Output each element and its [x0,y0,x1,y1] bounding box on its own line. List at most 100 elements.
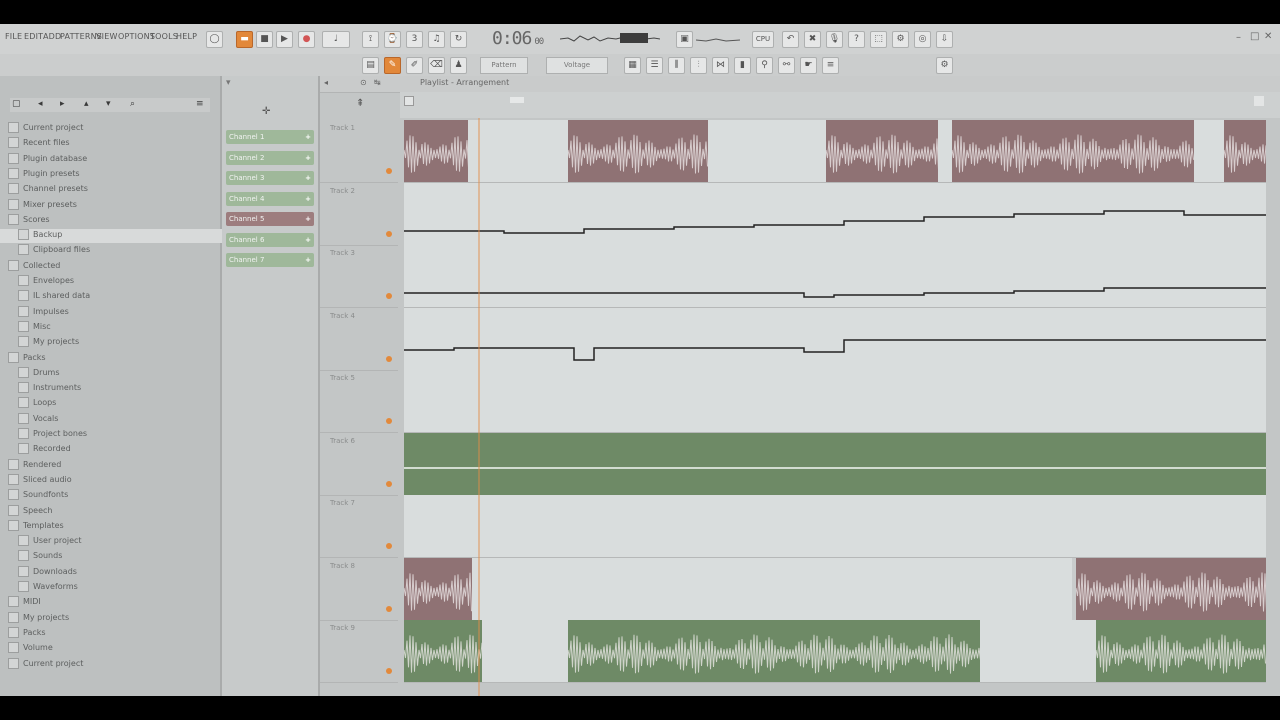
browser-item[interactable]: My projects [0,611,218,626]
mixer-icon[interactable]: ⚙ [892,31,909,48]
browser-item[interactable]: Rendered [0,458,218,473]
browser-item[interactable]: Backup [0,229,228,244]
channel-button[interactable]: Channel 1 + [226,130,314,144]
song-mode-icon[interactable]: ◯ [206,31,223,48]
playlist-track[interactable] [404,182,1266,246]
browser-item[interactable]: Plugin presets [0,167,218,182]
mixer-view-icon[interactable]: ⫶ [690,57,707,74]
wait-icon[interactable]: ⌚ [384,31,401,48]
channel-add-icon[interactable]: + [305,192,311,206]
browser-item[interactable]: Recorded [0,443,228,457]
mute-tool-icon[interactable]: ♟ [450,57,467,74]
channel-add-icon[interactable]: + [305,151,311,165]
playhead[interactable] [478,118,480,696]
loop-marker[interactable] [510,97,524,103]
playlist-clip[interactable] [1076,557,1266,620]
playlist-clip[interactable] [482,620,568,682]
menu-help[interactable]: HELP [176,32,197,41]
playlist-clip[interactable] [1096,620,1266,682]
browser-item[interactable]: Channel presets [0,183,218,197]
menu-view[interactable]: VIEW [96,32,118,41]
browser-up-icon[interactable]: ▴ [84,99,89,109]
playlist-clip[interactable] [404,182,1266,245]
blend-notes-icon[interactable]: ♫ [428,31,445,48]
channel-add-icon[interactable]: + [305,130,311,144]
playlist-clip[interactable] [404,495,1266,557]
record-icon[interactable]: ● [298,31,315,48]
playlist-track[interactable] [404,307,1266,371]
options-icon[interactable]: ⚙ [936,57,953,74]
undo-icon[interactable]: ↶ [782,31,799,48]
browser-item[interactable]: Envelopes [0,275,228,289]
playlist-clip[interactable] [568,120,708,182]
playlist-snap-icon[interactable]: ⊙ [360,78,367,87]
track-header[interactable]: Track 4 [320,308,398,371]
automation-curve[interactable] [404,308,1266,370]
close-icon[interactable]: ✕ [1264,31,1272,42]
menu-tools[interactable]: TOOLS [150,32,178,41]
browser-view-icon[interactable]: ▢ [12,99,21,109]
browser-item[interactable]: Project bones [0,428,228,442]
browser-item[interactable]: Current project [0,122,218,136]
loop-record-icon[interactable]: ↻ [450,31,467,48]
draw-tool-icon[interactable]: ✎ [384,57,401,74]
automation-curve[interactable] [404,183,1266,245]
browser-item[interactable]: Misc [0,320,228,335]
browser-item[interactable]: User project [0,535,228,549]
playlist-icon[interactable]: ☰ [646,57,663,74]
playlist-track[interactable] [404,495,1266,558]
channel-add-icon[interactable]: + [305,171,311,185]
file-icon[interactable]: ▮ [734,57,751,74]
browser-item[interactable]: Vocals [0,412,228,427]
playlist-clip[interactable] [404,307,1266,370]
track-header[interactable]: Track 7 [320,495,398,558]
playlist-clip[interactable] [468,120,568,182]
channel-add-icon[interactable]: + [305,253,311,267]
browser-item[interactable]: Clipboard files [0,244,228,258]
browser-item[interactable]: Sliced audio [0,473,218,488]
browser-item[interactable]: Packs [0,351,218,366]
touch-icon[interactable]: ☛ [800,57,817,74]
channel-button[interactable]: Channel 3 + [226,171,314,185]
browser-item[interactable]: Downloads [0,565,228,580]
menu-add[interactable]: ADD [43,32,61,41]
browser-item[interactable]: MIDI [0,596,218,610]
browser-forward-icon[interactable]: ▸ [60,99,65,109]
tempo-icon[interactable]: ♩ [322,31,350,48]
playlist-clip[interactable] [472,557,1072,620]
browser-item[interactable]: Soundfonts [0,489,218,503]
playlist-track[interactable] [404,557,1266,621]
browser-item[interactable]: Loops [0,397,228,411]
plug-icon[interactable]: ⚲ [756,57,773,74]
playlist-clip[interactable] [826,120,938,182]
playlist-clip[interactable] [952,120,1194,182]
channel-button[interactable]: Channel 2 + [226,150,314,165]
add-channel-icon[interactable]: ✛ [262,106,270,117]
ruler-end-icon[interactable] [1254,96,1264,106]
browser-item[interactable]: Waveforms [0,581,228,595]
browser-menu-icon[interactable]: ≡ [196,99,204,109]
notes-icon[interactable]: ≡ [822,57,839,74]
track-header[interactable]: Track 6 [320,433,398,496]
playlist-clip[interactable] [404,620,482,682]
link-icon[interactable]: ⚯ [778,57,795,74]
browser-item[interactable]: My projects [0,336,228,350]
help-icon[interactable]: ? [848,31,865,48]
browser-down-icon[interactable]: ▾ [106,99,111,109]
plugin-icon[interactable]: ✖ [804,31,821,48]
playlist-clip[interactable] [404,432,1266,495]
channel-button[interactable]: Channel 6 + [226,232,314,247]
channel-button[interactable]: Channel 4 + [226,191,314,206]
playlist-clip[interactable] [404,245,1266,307]
timeline-ruler[interactable] [400,92,1280,118]
ruler-start-marker[interactable] [404,96,414,106]
track-header[interactable]: Track 1 [320,120,398,183]
playlist-clip[interactable] [404,370,1266,432]
playlist-clip[interactable] [1194,120,1224,182]
playlist-track[interactable] [404,120,1266,183]
channel-rack-icon[interactable]: ⫼ [668,57,685,74]
playlist-slide-icon[interactable]: ↹ [374,78,381,87]
browser-item[interactable]: Impulses [0,305,228,320]
browser-item[interactable]: Collected [0,259,218,274]
track-header[interactable]: Track 9 [320,620,398,683]
